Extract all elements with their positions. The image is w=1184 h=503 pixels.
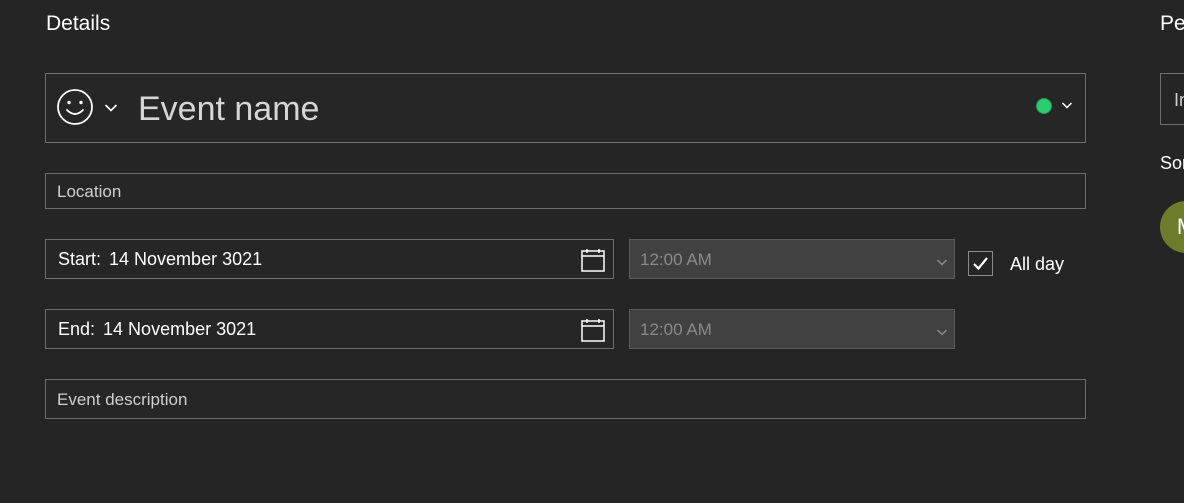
chevron-down-icon [936,254,948,272]
smiley-icon [56,88,94,131]
calendar-icon[interactable] [580,247,606,273]
start-date-value: 14 November 3021 [109,249,263,269]
start-label: Start: [58,249,102,269]
location-input[interactable] [55,174,1078,210]
avatar[interactable]: M [1160,201,1184,253]
start-date-text: Start: 14 November 3021 [58,249,262,270]
description-field [45,379,1086,420]
emoji-picker-button[interactable] [56,88,131,131]
start-time-value: 12:00 AM [640,250,712,269]
event-color-picker[interactable] [1036,97,1073,115]
event-description-input[interactable] [55,380,1078,420]
people-heading: Pe [1160,12,1184,35]
chevron-down-icon [936,324,948,342]
all-day-checkbox[interactable] [968,251,993,276]
end-date-text: End: 14 November 3021 [58,319,256,340]
end-label: End: [58,319,96,339]
end-date-picker[interactable]: End: 14 November 3021 [45,309,614,349]
start-date-picker[interactable]: Start: 14 November 3021 [45,239,614,279]
event-name-input[interactable] [136,84,1000,134]
end-time-value: 12:00 AM [640,320,712,339]
invite-placeholder: In [1174,90,1184,110]
end-time-select[interactable]: 12:00 AM [629,309,955,349]
chevron-down-icon [104,100,118,118]
calendar-icon[interactable] [580,317,606,343]
color-dot-icon [1036,98,1052,114]
event-name-box [45,73,1086,143]
chevron-down-icon [1061,97,1073,115]
details-heading: Details [46,12,111,35]
end-date-value: 14 November 3021 [103,319,257,339]
start-time-select[interactable]: 12:00 AM [629,239,955,279]
all-day-label: All day [1010,254,1065,274]
event-editor: Details Event name Location Start: 14 No… [0,0,1184,503]
sort-label: Sor [1160,153,1184,173]
invite-input[interactable]: In [1160,73,1184,125]
checkmark-icon [973,257,988,271]
location-field [45,173,1086,210]
